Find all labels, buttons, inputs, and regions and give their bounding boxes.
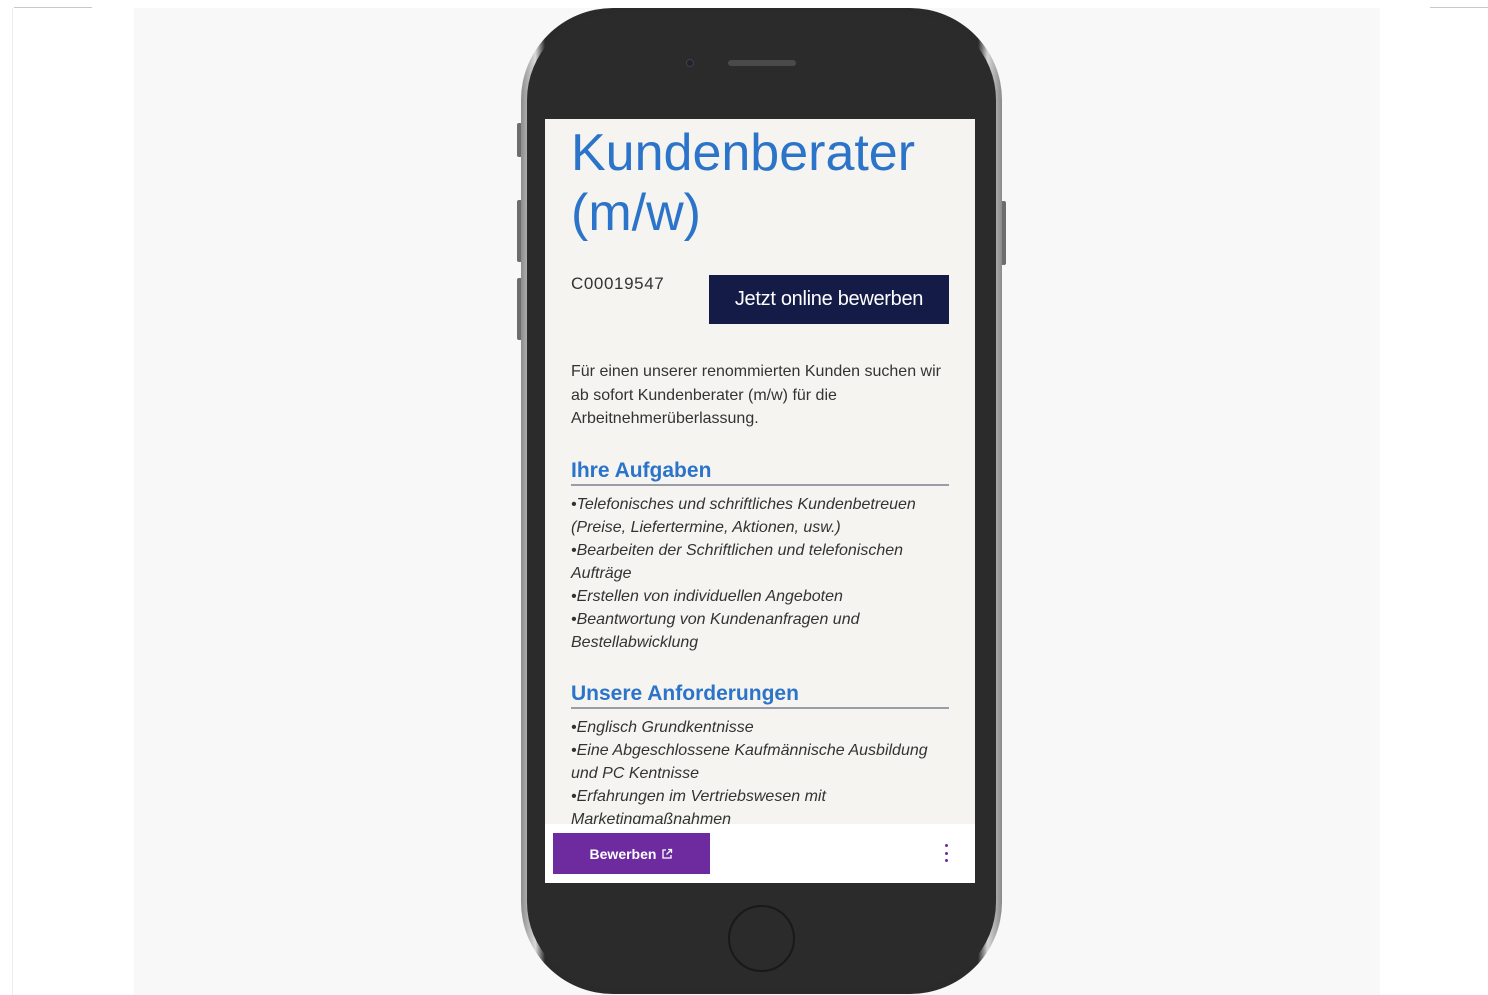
job-intro: Für einen unserer renommierten Kunden su…	[571, 363, 941, 427]
list-item: •Erstellen von individuellen Angeboten	[571, 588, 843, 605]
list-item: •Bearbeiten der Schriftlichen und telefo…	[571, 542, 904, 582]
phone-screen: Kundenberater (m/w) C00019547 Jetzt onli…	[545, 119, 975, 883]
more-vertical-icon[interactable]	[943, 844, 949, 862]
apply-online-button[interactable]: Jetzt online bewerben	[709, 275, 949, 324]
page-edge	[12, 8, 13, 995]
task-list: •Telefonisches und schriftliches Kundenb…	[571, 493, 951, 654]
requirements-list: •Englisch Grundkentnisse •Eine Abgeschlo…	[571, 716, 951, 831]
list-item: •Telefonisches und schriftliches Kundenb…	[571, 496, 916, 536]
external-link-icon	[662, 848, 673, 859]
top-right-rule	[1430, 7, 1488, 8]
top-left-rule	[14, 7, 92, 8]
job-title: Kundenberater (m/w)	[571, 124, 916, 242]
section-heading-requirements: Unsere Anforderungen	[571, 682, 949, 709]
bewerben-label: Bewerben	[589, 845, 657, 862]
job-reference: C00019547	[571, 274, 665, 293]
section-heading-tasks: Ihre Aufgaben	[571, 459, 949, 486]
list-item: •Eine Abgeschlossene Kaufmännische Ausbi…	[571, 742, 928, 782]
bottom-action-bar: Bewerben	[545, 824, 975, 883]
list-item: •Beantwortung von Kundenanfragen und Bes…	[571, 611, 860, 651]
home-button[interactable]	[728, 905, 795, 972]
earpiece-speaker	[728, 60, 796, 66]
front-camera	[686, 59, 694, 67]
list-item: •Englisch Grundkentnisse	[571, 719, 754, 736]
bewerben-button[interactable]: Bewerben	[553, 833, 710, 874]
